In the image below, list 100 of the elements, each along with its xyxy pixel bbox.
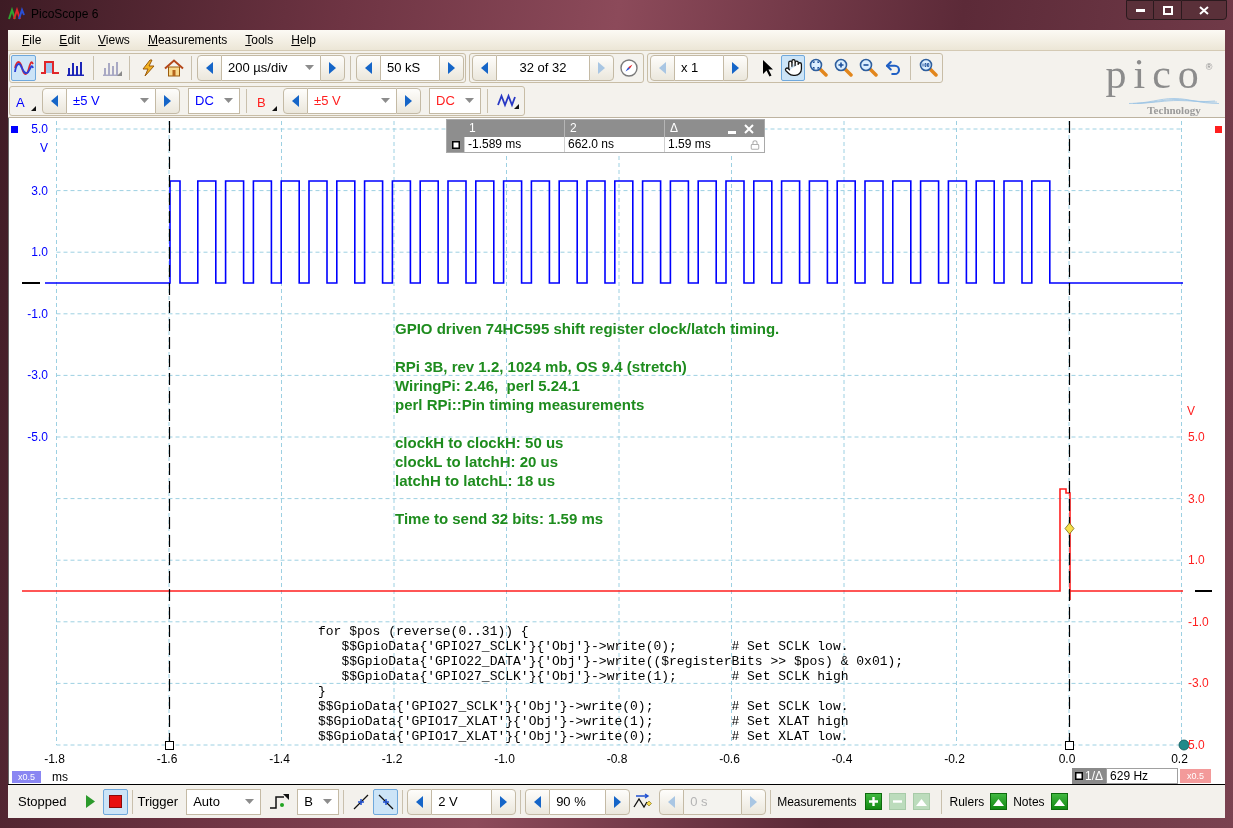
notes-label: Notes: [1013, 793, 1045, 811]
caret-icon: [381, 98, 390, 104]
axis-label: 5.0: [1188, 738, 1205, 752]
timebase-dropdown[interactable]: 200 µs/div: [222, 54, 320, 81]
next-button[interactable]: [723, 54, 748, 81]
menu-item[interactable]: Edit: [50, 30, 90, 50]
ruler-handle[interactable]: [1065, 741, 1074, 750]
zoom-field[interactable]: x 1: [675, 54, 723, 81]
left-triangle-icon: [292, 94, 299, 107]
note-text: WiringPi: 2.46, perl 5.24.1: [395, 376, 581, 395]
next-button[interactable]: [396, 87, 421, 114]
pulse-icon: [39, 60, 60, 76]
frequency-readout: 629 Hz: [1106, 768, 1179, 784]
menu-item[interactable]: Tools: [236, 30, 283, 50]
axis-label: -1.0: [1188, 614, 1209, 629]
previous-button[interactable]: [283, 87, 308, 114]
axis-label: -1.4: [269, 752, 290, 766]
pan-tool-button[interactable]: [781, 54, 805, 81]
note-text: perl RPi::Pin timing measurements: [395, 395, 646, 414]
threshold-field[interactable]: 2 V: [432, 788, 492, 815]
next-button[interactable]: [491, 788, 517, 815]
axis-label: -5.0: [27, 430, 48, 444]
code-line: }: [318, 684, 326, 699]
logo-text: pico: [1105, 51, 1206, 98]
right-triangle-icon: [405, 94, 412, 107]
left-triangle-icon: [206, 61, 213, 74]
menu-item[interactable]: Views: [89, 30, 139, 50]
axis-label: -3.0: [27, 368, 48, 383]
next-button[interactable]: [155, 87, 180, 114]
note-text: Time to send 32 bits: 1.59 ms: [395, 509, 605, 528]
next-button[interactable]: [605, 788, 631, 815]
samples-field[interactable]: 50 kS: [381, 54, 439, 81]
trigger-source-dropdown[interactable]: B: [297, 788, 340, 815]
magnifier-icon: [918, 58, 938, 78]
previous-button[interactable]: [472, 54, 497, 81]
wave-icon: [497, 92, 519, 109]
maximize-button[interactable]: [1154, 0, 1181, 20]
axis-label: -3.0: [1188, 676, 1209, 691]
plus-icon: [867, 796, 879, 807]
next-button[interactable]: [320, 54, 345, 81]
stop-button[interactable]: [103, 788, 129, 815]
window-title: PicoScope 6: [31, 6, 99, 23]
menu-item[interactable]: Measurements: [138, 30, 237, 50]
previous-button[interactable]: [42, 87, 67, 114]
range-dropdown[interactable]: ±5 V: [308, 87, 396, 114]
scale-badge: x0.5: [1180, 769, 1212, 783]
trigger-mode-dropdown[interactable]: Auto: [186, 788, 262, 815]
next-button[interactable]: [439, 54, 464, 81]
minimize-button[interactable]: [1126, 0, 1154, 20]
axis-label: 1.0: [31, 245, 48, 260]
level-marker-icon[interactable]: [22, 282, 40, 284]
notes-button[interactable]: [1050, 793, 1068, 810]
level-marker-icon[interactable]: [1195, 590, 1212, 592]
close-button[interactable]: [1181, 0, 1227, 20]
add-measurement-button[interactable]: [864, 793, 882, 810]
table-cell: -1.589 ms: [464, 137, 564, 152]
diamond-marker-icon: [1064, 522, 1075, 535]
left-triangle-icon: [668, 795, 676, 808]
dot-marker-icon[interactable]: [1178, 739, 1190, 751]
maximize-icon: [1162, 5, 1173, 15]
corner-triangle-icon: [272, 105, 277, 111]
note-text: clockH to clockH: 50 us: [395, 433, 565, 452]
menu-item[interactable]: Help: [282, 30, 325, 50]
previous-button[interactable]: [197, 54, 222, 81]
right-triangle-icon: [614, 795, 622, 808]
up-triangle-icon: [1053, 797, 1065, 806]
caret-icon: [305, 65, 314, 71]
play-icon: [86, 795, 96, 808]
hand-icon: [783, 58, 803, 78]
left-triangle-icon: [416, 795, 424, 808]
logo-tagline: Technology: [1147, 104, 1201, 116]
previous-button[interactable]: [356, 54, 381, 81]
registered-mark: ®: [1205, 62, 1213, 72]
buffer-field[interactable]: 32 of 32: [497, 54, 589, 81]
coupling-dropdown[interactable]: DC: [429, 87, 481, 114]
right-triangle-icon: [732, 61, 739, 74]
rulers-label: Rulers: [949, 793, 985, 811]
menu-item[interactable]: File: [13, 30, 51, 50]
previous-button[interactable]: [525, 788, 551, 815]
ruler-handle[interactable]: [165, 741, 174, 750]
axis-unit: V: [40, 141, 48, 155]
right-triangle-icon: [329, 61, 336, 74]
code-line: for $pos (reverse(0..31)) {: [318, 624, 529, 639]
scope-mode-button[interactable]: [11, 54, 36, 81]
rulers-button[interactable]: [990, 793, 1008, 810]
pre-trigger-field[interactable]: 90 %: [550, 788, 606, 815]
compass-icon: [619, 58, 638, 77]
note-text: RPi 3B, rev 1.2, 1024 mb, OS 9.4 (stretch): [395, 357, 688, 376]
minimize-icon: [728, 131, 736, 134]
channel-button[interactable]: A: [12, 87, 36, 114]
axis-label: -1.0: [27, 306, 48, 321]
range-dropdown[interactable]: ±5 V: [67, 87, 155, 114]
axis-label: -0.2: [944, 752, 965, 766]
coupling-dropdown[interactable]: DC: [188, 87, 240, 114]
right-triangle-icon: [750, 795, 758, 808]
previous-button[interactable]: [407, 788, 433, 815]
app-icon: [8, 6, 25, 22]
falling-edge-button[interactable]: [373, 788, 399, 815]
table-cell: 1.59 ms: [664, 137, 746, 152]
close-icon: [1199, 5, 1209, 15]
